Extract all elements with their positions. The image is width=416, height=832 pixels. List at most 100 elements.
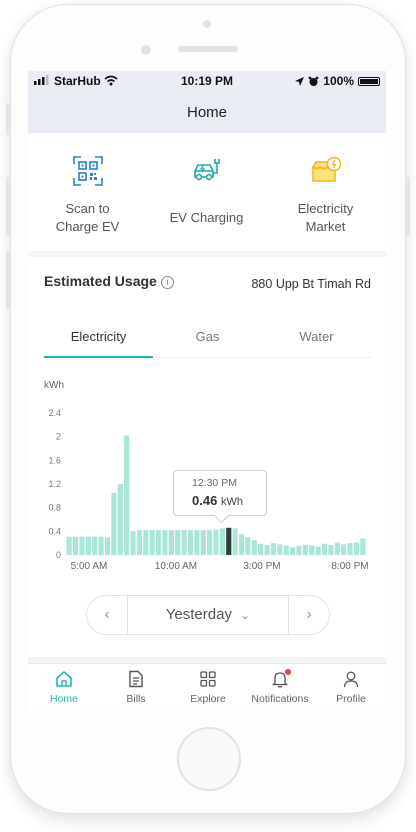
address-label[interactable]: 880 Upp Bt Timah Rd	[251, 277, 371, 291]
profile-icon	[343, 671, 359, 688]
quick-actions: Scan to Charge EV EV Charging Electricit…	[28, 133, 386, 251]
usage-bar[interactable]	[66, 536, 72, 555]
usage-bar[interactable]	[187, 530, 194, 555]
usage-bar[interactable]	[232, 528, 238, 556]
usage-bar[interactable]	[117, 484, 123, 555]
usage-bar[interactable]	[168, 530, 174, 555]
ev-charging-label: EV Charging	[169, 210, 244, 225]
usage-bar[interactable]	[136, 530, 142, 555]
tab-bills[interactable]: Bills	[100, 664, 172, 711]
x-tick-label: 8:00 PM	[331, 561, 368, 572]
usage-bar[interactable]	[277, 544, 283, 555]
usage-bar[interactable]	[328, 544, 334, 555]
usage-bar[interactable]	[85, 536, 91, 555]
usage-bar[interactable]	[200, 530, 206, 555]
scan-to-charge-ev-button[interactable]: Scan to Charge EV	[28, 133, 147, 251]
usage-bar[interactable]	[162, 530, 168, 555]
qr-code-icon	[73, 156, 103, 186]
usage-bar[interactable]	[270, 543, 277, 555]
usage-bar[interactable]	[341, 544, 347, 555]
home-hardware-button[interactable]	[177, 727, 241, 791]
usage-bar[interactable]	[194, 530, 200, 555]
usage-bar[interactable]	[251, 540, 257, 555]
usage-bar[interactable]	[92, 536, 98, 555]
usage-bar[interactable]	[175, 530, 181, 555]
previous-day-button[interactable]: ‹	[87, 596, 128, 634]
date-dropdown[interactable]: Yesterday ⌄	[127, 596, 289, 634]
home-icon	[56, 671, 72, 687]
usage-bar[interactable]	[238, 534, 245, 555]
usage-bar[interactable]	[104, 537, 111, 555]
tab-explore[interactable]: Explore	[172, 664, 244, 711]
tooltip-unit: kWh	[220, 496, 243, 508]
location-arrow-icon	[295, 76, 305, 86]
selected-usage-bar[interactable]	[226, 527, 232, 555]
usage-bar[interactable]	[149, 530, 155, 555]
usage-bar[interactable]	[143, 530, 149, 555]
earpiece-speaker	[178, 46, 238, 52]
y-tick-label: 0.4	[48, 526, 61, 536]
app-screen: StarHub 10:19 PM 100% Home Scan to Charg…	[28, 71, 386, 711]
x-tick-label: 10:00 AM	[155, 561, 197, 572]
tab-explore-label: Explore	[190, 693, 226, 705]
info-icon[interactable]: i	[161, 276, 174, 289]
tab-profile[interactable]: Profile	[316, 664, 386, 711]
electricity-market-button[interactable]: Electricity Market	[266, 133, 385, 251]
usage-bar[interactable]	[353, 542, 360, 555]
tab-notifications[interactable]: Notifications	[244, 664, 316, 711]
usage-bar[interactable]	[72, 536, 79, 555]
tab-home-label: Home	[49, 693, 78, 705]
usage-bar[interactable]	[130, 531, 136, 555]
usage-bar[interactable]	[219, 528, 225, 556]
ev-charging-button[interactable]: EV Charging	[147, 133, 266, 251]
usage-bar[interactable]	[315, 546, 321, 555]
y-tick-label: 0.8	[48, 503, 61, 513]
notification-badge	[285, 669, 291, 675]
tooltip-value: 0.46	[192, 493, 218, 508]
usage-bar[interactable]	[155, 530, 162, 555]
usage-bar[interactable]	[213, 529, 219, 555]
tab-home[interactable]: Home	[28, 664, 100, 711]
usage-bar[interactable]	[264, 544, 270, 555]
usage-bar[interactable]	[98, 536, 104, 555]
usage-bar[interactable]	[79, 536, 85, 555]
date-label: Yesterday	[165, 606, 232, 623]
usage-bar[interactable]	[309, 545, 315, 555]
tab-notifications-label: Notifications	[251, 693, 309, 705]
utility-tabs: Electricity Gas Water	[44, 317, 372, 358]
bottom-tab-bar: Home Bills Explore Notifications Profile	[28, 663, 386, 711]
usage-tooltip: 12:30 PM 0.46 kWh	[173, 470, 267, 524]
tab-water[interactable]: Water	[262, 317, 371, 357]
usage-bar[interactable]	[245, 537, 251, 555]
scan-to-charge-ev-label: Scan to Charge EV	[55, 201, 120, 234]
page-title: Home	[186, 104, 227, 121]
usage-bar[interactable]	[290, 547, 296, 555]
usage-bar[interactable]	[111, 492, 117, 556]
usage-bar[interactable]	[302, 544, 308, 555]
tab-gas[interactable]: Gas	[153, 317, 262, 357]
tooltip-value-row: 0.46 kWh	[192, 493, 243, 508]
status-bar: StarHub 10:19 PM 100%	[28, 71, 386, 91]
usage-bar[interactable]	[181, 530, 187, 555]
next-day-button[interactable]: ›	[288, 596, 329, 634]
usage-bar[interactable]	[207, 530, 213, 555]
nav-bar: Home	[28, 91, 386, 133]
usage-bar[interactable]	[360, 538, 366, 555]
usage-bar[interactable]	[283, 545, 289, 555]
usage-bar[interactable]	[258, 543, 264, 555]
power-button	[406, 177, 410, 235]
x-tick-label: 5:00 AM	[71, 561, 108, 572]
usage-bar[interactable]	[321, 543, 328, 555]
battery-icon	[358, 76, 380, 86]
y-tick-label: 1.2	[48, 479, 61, 489]
battery-percent: 100%	[323, 74, 354, 88]
tab-electricity[interactable]: Electricity	[44, 317, 153, 358]
electricity-market-icon	[312, 156, 342, 182]
usage-bar[interactable]	[334, 542, 340, 555]
ev-car-charging-icon	[194, 159, 220, 181]
y-tick-label: 1.6	[48, 455, 61, 465]
usage-bar[interactable]	[296, 546, 302, 556]
usage-bar[interactable]	[347, 543, 353, 555]
usage-bar[interactable]	[124, 435, 130, 555]
mute-switch	[6, 103, 10, 135]
